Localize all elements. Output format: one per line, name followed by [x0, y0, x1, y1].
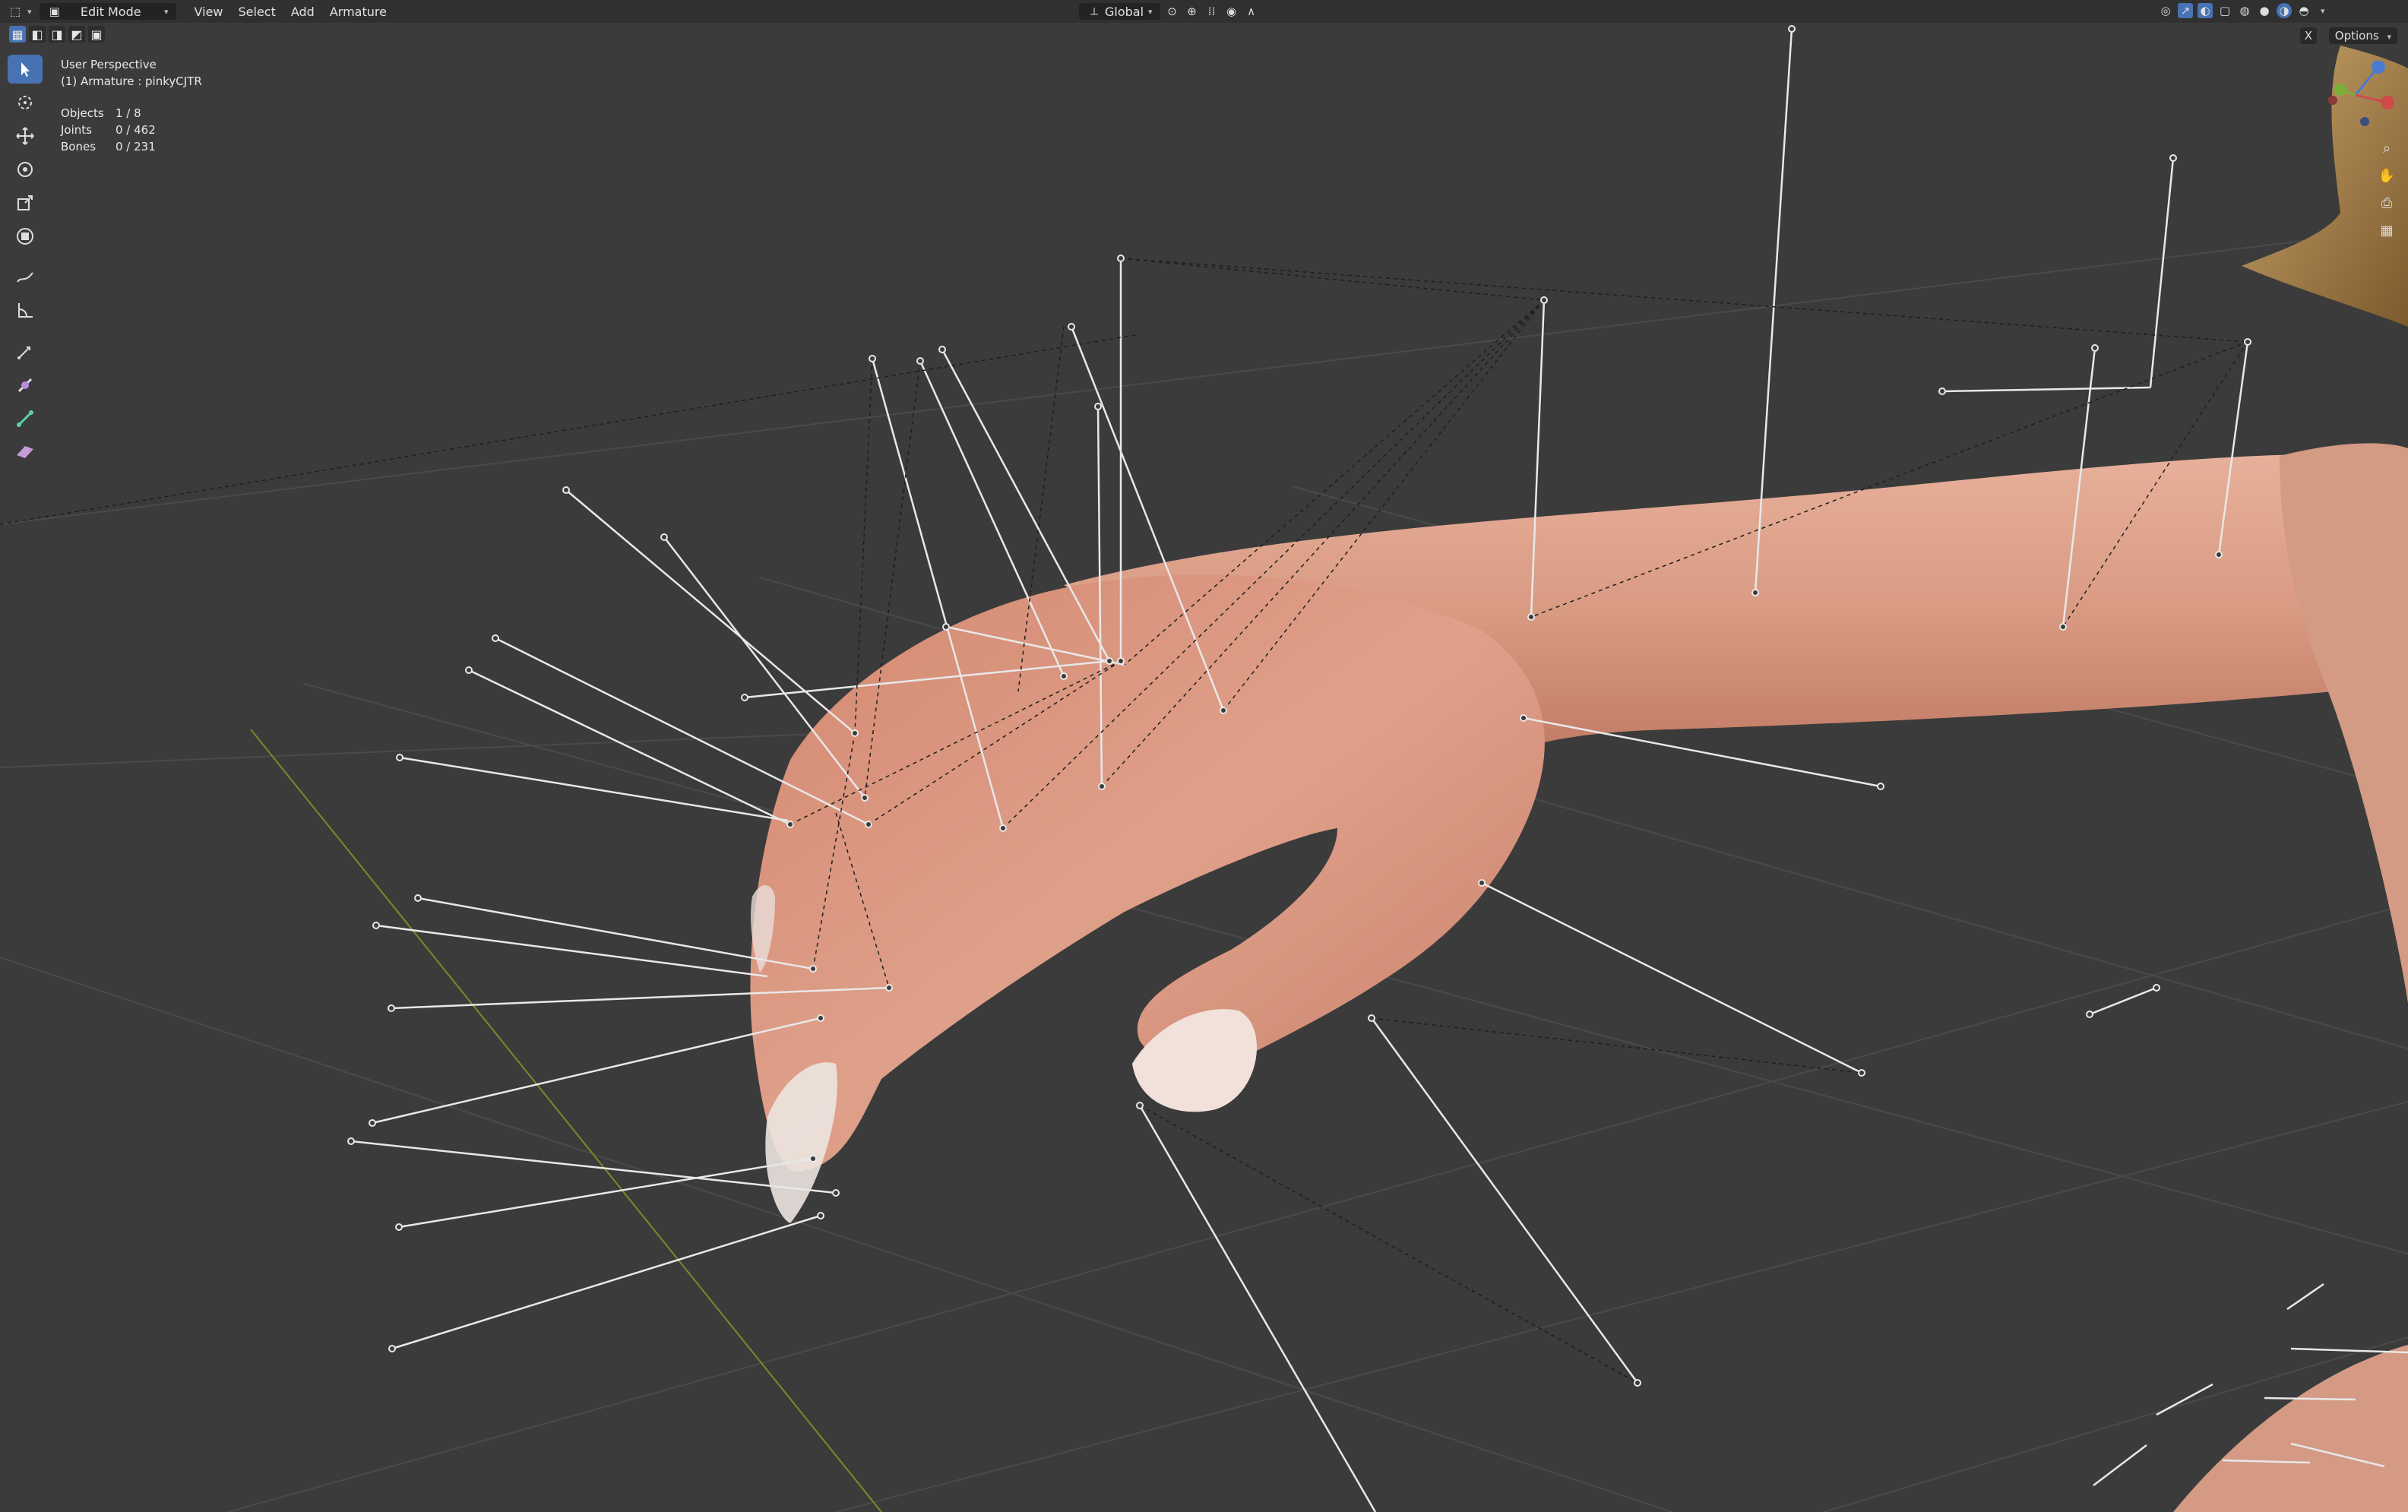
- annotate-tool[interactable]: [8, 263, 43, 292]
- stat-value: 0 / 231: [115, 140, 156, 153]
- transform-orientation-dropdown[interactable]: ⟂ Global ▾: [1079, 3, 1160, 20]
- pivot-point-icon[interactable]: ⊙: [1165, 4, 1180, 19]
- stat-value: 1 / 8: [115, 106, 141, 120]
- menu-add[interactable]: Add: [283, 3, 322, 20]
- chevron-down-icon: ▾: [2387, 32, 2391, 42]
- stat-value: 0 / 462: [115, 123, 156, 137]
- select-mode-row: ▦ ◧ ◨ ◩ ▣: [9, 26, 105, 44]
- stat-row: Joints 0 / 462: [61, 122, 202, 138]
- transform-icon: [17, 228, 33, 245]
- navigation-gizmo: ⌕ ✋ ⎙ ▦: [2318, 61, 2401, 258]
- transform-tool[interactable]: [8, 222, 43, 251]
- snap-target-icon[interactable]: ⁞⁞: [1204, 4, 1220, 19]
- gizmo-icon[interactable]: ↗: [2178, 3, 2193, 18]
- mode-label: Edit Mode: [80, 4, 141, 19]
- orientation-icon: ⟂: [1090, 5, 1098, 18]
- rendered-shading-icon[interactable]: ◓: [2296, 3, 2311, 18]
- proportional-editing-icon[interactable]: ◉: [1224, 4, 1239, 19]
- 3d-viewport[interactable]: [0, 0, 2408, 1512]
- cursor-tool[interactable]: [8, 88, 43, 117]
- zoom-icon[interactable]: ⌕: [2375, 137, 2398, 160]
- xray-icon[interactable]: ▢: [2217, 3, 2232, 18]
- orientation-label: Global: [1105, 4, 1144, 19]
- scale-icon: [17, 195, 33, 210]
- x-mirror-button[interactable]: X: [2299, 27, 2317, 44]
- select-subtract-icon[interactable]: ◨: [49, 26, 65, 43]
- select-extend-icon[interactable]: ◧: [29, 26, 46, 43]
- extrude-tool[interactable]: [8, 337, 43, 366]
- select-new-icon[interactable]: ▦: [9, 26, 26, 43]
- viewport-header: ⬚ ▾ ▣ Edit Mode ▾ View Select Add Armatur…: [0, 0, 2408, 23]
- menu-view[interactable]: View: [187, 3, 231, 20]
- move-icon: [16, 127, 34, 145]
- rotate-icon: [17, 162, 33, 177]
- axis-orientation-gizmo[interactable]: [2318, 61, 2401, 137]
- roll-icon: [17, 378, 33, 393]
- wireframe-shading-icon[interactable]: ◍: [2237, 3, 2252, 18]
- chevron-down-icon[interactable]: ▾: [2321, 6, 2325, 16]
- solid-shading-icon[interactable]: ●: [2257, 3, 2272, 18]
- snap-icon[interactable]: ⊕: [1185, 4, 1200, 19]
- select-intersect-icon[interactable]: ▣: [88, 26, 105, 43]
- tool-shelf: [8, 55, 44, 471]
- visibility-icon[interactable]: ◎: [2158, 3, 2173, 18]
- menu-select[interactable]: Select: [231, 3, 283, 20]
- material-shading-icon[interactable]: ◑: [2277, 3, 2292, 18]
- 3d-cursor-icon: [18, 96, 32, 109]
- chevron-down-icon: ▾: [163, 6, 169, 17]
- scene-statistics: Objects 1 / 8 Joints 0 / 462 Bones 0 / 2…: [61, 105, 202, 155]
- options-dropdown[interactable]: Options ▾: [2328, 27, 2397, 44]
- scale-tool[interactable]: [8, 188, 43, 217]
- menu-armature[interactable]: Armature: [322, 3, 394, 20]
- editor-type-button[interactable]: ⬚ ▾: [0, 3, 40, 20]
- mode-dropdown[interactable]: ▣ Edit Mode ▾: [39, 3, 176, 20]
- select-invert-icon[interactable]: ◩: [68, 26, 85, 43]
- bone-envelope-tool[interactable]: [8, 438, 43, 467]
- rotate-tool[interactable]: [8, 155, 43, 184]
- perspective-grid-icon[interactable]: ▦: [2375, 219, 2398, 242]
- viewport-info-overlay: User Perspective (1) Armature : pinkyCJT…: [61, 56, 202, 155]
- lower-right-skin: [2173, 1345, 2408, 1512]
- select-box-tool[interactable]: [8, 55, 43, 84]
- annotate-icon: [17, 272, 33, 283]
- stat-label: Bones: [61, 140, 97, 153]
- measure-tool[interactable]: [8, 296, 43, 325]
- chevron-down-icon: ▾: [1148, 6, 1153, 17]
- chevron-down-icon: ▾: [27, 6, 32, 17]
- options-label: Options: [2334, 29, 2379, 43]
- view-name: User Perspective: [61, 58, 157, 71]
- edit-mode-icon: ▣: [49, 5, 60, 18]
- active-object-label: (1) Armature : pinkyCJTR: [61, 74, 202, 88]
- camera-icon[interactable]: ⎙: [2375, 191, 2398, 214]
- roll-tool[interactable]: [8, 371, 43, 400]
- extrude-icon: [17, 346, 30, 359]
- bone-envelope-icon: [17, 446, 33, 458]
- move-tool[interactable]: [8, 122, 43, 150]
- bone-size-tool[interactable]: [8, 404, 43, 433]
- pan-hand-icon[interactable]: ✋: [2375, 164, 2398, 187]
- upper-arm: [2280, 443, 2408, 1003]
- viewport-scene: [0, 25, 2408, 1512]
- stat-label: Joints: [61, 123, 92, 137]
- overlay-icon[interactable]: ◐: [2198, 3, 2213, 18]
- bone-size-icon: [17, 410, 33, 427]
- viewport-editor-icon: ⬚: [9, 5, 21, 18]
- stat-label: Objects: [61, 106, 104, 120]
- stat-row: Objects 1 / 8: [61, 105, 202, 122]
- cursor-arrow-icon: [21, 62, 30, 77]
- measure-icon: [18, 303, 33, 318]
- stat-row: Bones 0 / 231: [61, 138, 202, 155]
- falloff-icon[interactable]: ∧: [1244, 4, 1259, 19]
